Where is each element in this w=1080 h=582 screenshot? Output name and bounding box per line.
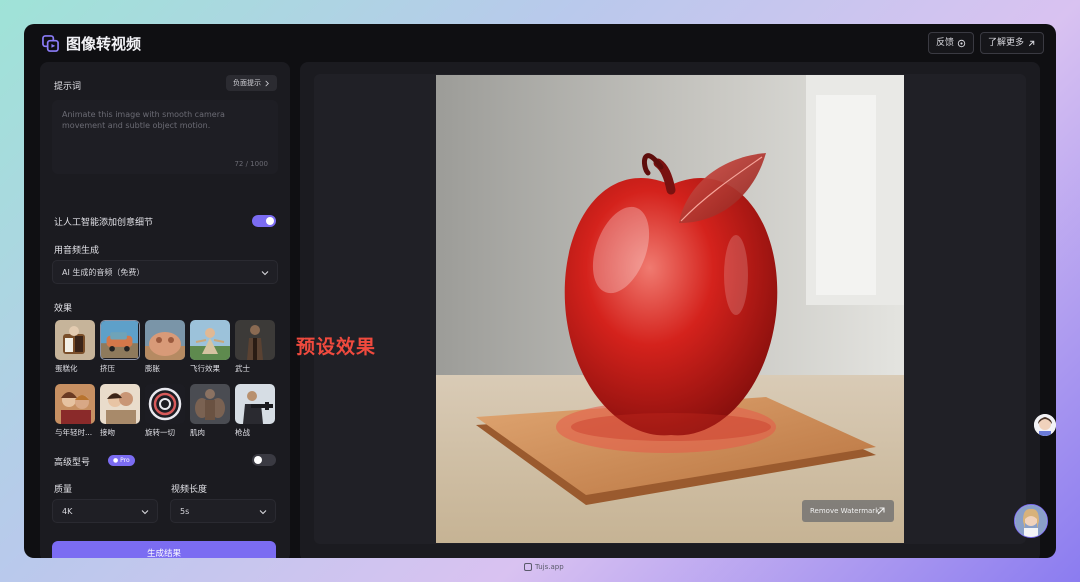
user-avatar-icon [1015, 505, 1047, 537]
effect-thumbnail [190, 384, 230, 424]
effects-label: 效果 [54, 304, 73, 314]
negative-prompt-button[interactable]: 负面提示 [226, 75, 277, 91]
effect-item[interactable]: 接吻 [100, 384, 140, 438]
effect-label: 挤压 [100, 364, 115, 373]
learn-more-button[interactable]: 了解更多 [980, 32, 1045, 54]
effect-thumbnail [100, 384, 140, 424]
remove-watermark-button[interactable]: Remove Watermark [802, 500, 894, 522]
feedback-icon [957, 39, 966, 47]
effect-label: 旋转一切 [145, 428, 175, 437]
prompt-input[interactable] [62, 109, 268, 149]
effect-label: 肌肉 [190, 428, 205, 437]
effect-label: 飞行效果 [190, 364, 220, 373]
effect-item[interactable]: 枪战 [235, 384, 275, 438]
effect-item[interactable]: 蛋糕化 [55, 320, 95, 374]
effect-item[interactable]: 飞行效果 [190, 320, 230, 374]
brand-logo-icon [524, 563, 532, 571]
effect-item[interactable]: 肌肉 [190, 384, 230, 438]
arrow-up-right-icon [877, 507, 885, 515]
negative-prompt-label: 负面提示 [233, 79, 261, 87]
quality-selected-value: 4K [62, 507, 73, 516]
effect-thumbnail [235, 320, 275, 360]
advanced-model-label: 高级型号 [54, 458, 91, 468]
image-to-video-logo-icon [42, 35, 59, 52]
user-avatar[interactable] [1014, 504, 1048, 538]
quality-select[interactable]: 4K [52, 499, 158, 523]
effect-item[interactable]: 挤压 [100, 320, 140, 374]
app-window: 图像转视频 反馈 了解更多 提示词 负面提示 72 / 1000 [24, 24, 1056, 558]
toggle-knob [254, 456, 262, 464]
feedback-label: 反馈 [936, 38, 955, 48]
assistant-avatar[interactable] [1034, 414, 1056, 436]
effect-item[interactable]: 与年轻时... [55, 384, 95, 438]
audio-select[interactable]: AI 生成的音频（免费） [52, 260, 278, 284]
effect-label: 枪战 [235, 428, 250, 437]
page-title: 图像转视频 [66, 35, 142, 53]
preview-panel: Remove Watermark [300, 62, 1040, 558]
effect-thumbnail [235, 384, 275, 424]
quality-label: 质量 [54, 485, 73, 495]
settings-panel: 提示词 负面提示 72 / 1000 让人工智能添加创意细节 用音频生成 AI … [40, 62, 290, 558]
arrow-up-right-icon [1028, 40, 1035, 46]
effect-thumbnail [55, 384, 95, 424]
pro-badge: ● Pro [108, 455, 135, 466]
effect-label: 接吻 [100, 428, 115, 437]
audio-label: 用音频生成 [54, 246, 100, 256]
duration-label: 视频长度 [171, 485, 208, 495]
effect-label: 武士 [235, 364, 250, 373]
effect-label: 膨胀 [145, 364, 160, 373]
effect-thumbnail [190, 320, 230, 360]
effect-item[interactable]: 武士 [235, 320, 275, 374]
ai-details-label: 让人工智能添加创意细节 [54, 218, 154, 228]
preview-image [436, 75, 904, 543]
effect-item[interactable]: 旋转一切 [145, 384, 185, 438]
prompt-box: 72 / 1000 [52, 100, 278, 174]
audio-selected-value: AI 生成的音频（免费） [62, 268, 145, 277]
assistant-avatar-icon [1034, 414, 1056, 436]
learn-more-label: 了解更多 [988, 38, 1025, 48]
preview-area: Remove Watermark [314, 74, 1026, 544]
pro-badge-label: Pro [120, 457, 130, 464]
duration-selected-value: 5s [180, 507, 190, 516]
chevron-right-icon [265, 80, 269, 86]
chevron-down-icon [141, 510, 149, 515]
prompt-label: 提示词 [54, 82, 82, 92]
effect-thumbnail [55, 320, 95, 360]
effect-item[interactable]: 膨胀 [145, 320, 185, 374]
effect-label: 蛋糕化 [55, 364, 78, 373]
effect-label: 与年轻时... [55, 428, 93, 437]
chevron-down-icon [259, 510, 267, 515]
advanced-model-toggle[interactable] [252, 454, 276, 466]
chevron-down-icon [261, 271, 269, 276]
generate-button[interactable]: 生成结果 [52, 541, 276, 558]
feedback-button[interactable]: 反馈 [928, 32, 975, 54]
char-count: 72 / 1000 [234, 160, 268, 168]
footer-brand: Tujs.app [524, 563, 564, 571]
effect-thumbnail [145, 384, 185, 424]
toggle-knob [266, 217, 274, 225]
preset-effects-callout: 预设效果 [296, 336, 377, 358]
effect-thumbnail [145, 320, 185, 360]
remove-watermark-label: Remove Watermark [810, 507, 880, 515]
top-bar: 图像转视频 反馈 了解更多 [24, 24, 1056, 62]
duration-select[interactable]: 5s [170, 499, 276, 523]
footer-brand-label: Tujs.app [535, 563, 564, 571]
ai-details-toggle[interactable] [252, 215, 276, 227]
effect-thumbnail [100, 320, 140, 360]
